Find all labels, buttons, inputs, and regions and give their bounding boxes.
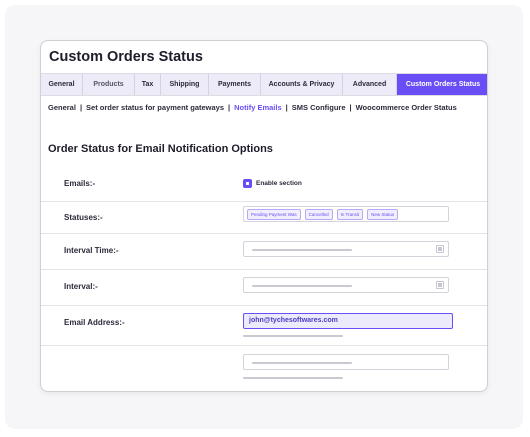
form-row-email-address: Email Address:- john@tychesoftwares.com — [41, 306, 487, 346]
form-row-statuses: Statuses:- Pending Payment Was Cancelled… — [41, 202, 487, 234]
placeholder-line — [252, 249, 352, 251]
status-tag[interactable]: New Status — [367, 208, 399, 220]
subnav-separator: | — [228, 103, 231, 112]
subnav-sms-configure[interactable]: SMS Configure — [292, 103, 346, 112]
statuses-label: Statuses:- — [64, 213, 103, 222]
subnav-separator: | — [79, 103, 83, 112]
status-tag[interactable]: Pending Payment Was — [247, 208, 301, 220]
tab-accounts-privacy[interactable]: Accounts & Privacy — [261, 74, 343, 95]
tab-shipping[interactable]: Shipping — [161, 74, 209, 95]
stepper-icon[interactable] — [436, 245, 444, 253]
stepper-icon[interactable] — [436, 281, 444, 289]
interval-select[interactable] — [243, 277, 449, 293]
interval-time-select[interactable] — [243, 241, 449, 257]
tab-advanced[interactable]: Advanced — [343, 74, 397, 95]
interval-time-label: Interval Time:- — [64, 246, 119, 255]
emails-label: Emails:- — [64, 179, 96, 188]
tab-general[interactable]: General — [41, 74, 83, 95]
helper-text-placeholder — [243, 377, 343, 379]
tab-payments[interactable]: Payments — [209, 74, 261, 95]
extra-input[interactable] — [243, 354, 449, 370]
form-row-emails: Emails:- Enable section — [41, 166, 487, 202]
subnav-payment-gateways[interactable]: Set order status for payment gateways — [86, 103, 224, 112]
placeholder-line — [252, 285, 352, 287]
tab-products[interactable]: Products — [83, 74, 135, 95]
form-row-interval-time: Interval Time:- — [41, 234, 487, 270]
placeholder-line — [252, 362, 352, 364]
helper-text-placeholder — [243, 335, 343, 337]
settings-card: Custom Orders Status General Products Ta… — [40, 40, 488, 392]
tab-custom-orders-status[interactable]: Custom Orders Status — [397, 74, 487, 95]
tab-tax[interactable]: Tax — [135, 74, 161, 95]
settings-tabs: General Products Tax Shipping Payments A… — [41, 73, 487, 96]
subnav-separator: | — [285, 103, 288, 112]
sub-navigation: General | Set order status for payment gat… — [48, 103, 457, 112]
enable-section-checkbox[interactable] — [243, 179, 252, 188]
subnav-notify-emails[interactable]: Notify Emails — [234, 103, 282, 112]
email-address-input[interactable]: john@tychesoftwares.com — [243, 313, 453, 329]
subnav-separator: | — [349, 103, 352, 112]
status-tag[interactable]: In Transit — [336, 208, 364, 220]
interval-label: Interval:- — [64, 282, 98, 291]
form-row-interval: Interval:- — [41, 270, 487, 306]
page-title: Custom Orders Status — [49, 49, 203, 65]
section-title: Order Status for Email Notification Opti… — [48, 143, 273, 155]
subnav-general[interactable]: General — [48, 103, 76, 112]
subnav-woocommerce-order-status[interactable]: Woocommerce Order Status — [356, 103, 457, 112]
enable-section-label: Enable section — [256, 180, 302, 187]
status-tag[interactable]: Cancelled — [304, 208, 333, 220]
form-row-extra — [41, 346, 487, 391]
statuses-multiselect[interactable]: Pending Payment Was Cancelled In Transit… — [243, 206, 449, 222]
email-address-label: Email Address:- — [64, 318, 125, 327]
